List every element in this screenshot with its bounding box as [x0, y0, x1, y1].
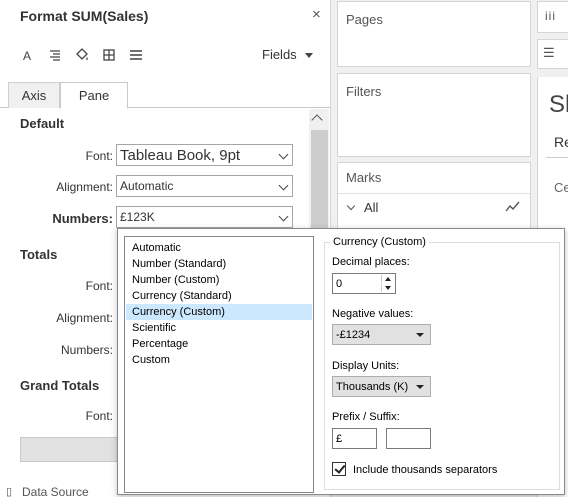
chevron-down-icon	[416, 385, 424, 389]
chevron-down-icon[interactable]	[305, 53, 313, 58]
alignment-label: Alignment:	[56, 180, 113, 194]
totals-numbers-label: Numbers:	[60, 343, 113, 357]
database-icon: ▯	[6, 486, 13, 497]
font-value: Tableau Book, 9pt	[120, 146, 241, 164]
default-heading: Default	[20, 116, 65, 131]
format-option[interactable]: Automatic	[126, 240, 312, 256]
stepper-down-icon[interactable]	[381, 284, 394, 292]
grand-totals-heading: Grand Totals	[20, 378, 100, 393]
format-option[interactable]: Currency (Custom)	[126, 304, 312, 320]
sheet-title: Sh	[549, 91, 568, 118]
marks-type-all[interactable]: All	[364, 200, 378, 215]
units-value: Thousands (K)	[336, 380, 409, 393]
prefix-input[interactable]: £	[332, 428, 377, 449]
alignment-value: Automatic	[120, 179, 174, 193]
tab-axis[interactable]: Axis	[8, 82, 60, 108]
lines-icon[interactable]	[128, 47, 144, 63]
pages-title: Pages	[346, 12, 383, 27]
divider	[338, 193, 530, 194]
automatic-mark-icon[interactable]	[505, 201, 521, 213]
alignment-icon[interactable]	[47, 47, 63, 63]
units-label: Display Units:	[332, 360, 400, 372]
category-cell: Ce	[554, 180, 568, 195]
marks-title: Marks	[346, 170, 382, 185]
grand-totals-font-select[interactable]	[20, 437, 120, 462]
thousands-label: Include thousands separators	[353, 464, 498, 476]
font-icon[interactable]: A	[20, 47, 36, 63]
columns-shelf[interactable]: iii	[537, 1, 568, 33]
fields-dropdown[interactable]: Fields	[262, 47, 297, 62]
format-option[interactable]: Scientific	[126, 320, 312, 336]
group-title: Currency (Custom)	[330, 236, 429, 248]
decimal-places-stepper[interactable]: 0	[332, 273, 396, 294]
font-label: Font:	[85, 149, 113, 163]
status-bar: ▯ Data Source	[0, 485, 120, 497]
filters-title: Filters	[346, 84, 382, 99]
stepper-up-icon[interactable]	[381, 275, 394, 283]
rows-shelf[interactable]: ☰	[537, 39, 568, 69]
format-option[interactable]: Currency (Standard)	[126, 288, 312, 304]
totals-font-label: Font:	[85, 279, 113, 293]
filters-shelf[interactable]: Filters	[337, 73, 531, 157]
pages-shelf[interactable]: Pages	[337, 1, 531, 67]
numbers-label: Numbers:	[52, 211, 113, 226]
region-header: Re	[554, 134, 568, 150]
pane-title: Format SUM(Sales)	[20, 8, 149, 24]
chevron-down-icon[interactable]	[346, 201, 356, 211]
display-units-select[interactable]: Thousands (K)	[332, 376, 431, 397]
divider	[546, 157, 568, 158]
shading-icon[interactable]	[74, 47, 90, 63]
chevron-down-icon	[278, 149, 289, 160]
chevron-down-icon	[416, 333, 424, 337]
tab-pane[interactable]: Pane	[60, 82, 128, 109]
prefix-suffix-label: Prefix / Suffix:	[332, 411, 400, 423]
format-option[interactable]: Number (Standard)	[126, 256, 312, 272]
suffix-input[interactable]	[386, 428, 431, 449]
alignment-select[interactable]: Automatic	[116, 175, 293, 197]
prefix-value: £	[336, 432, 343, 445]
negative-value: -£1234	[336, 328, 371, 341]
borders-icon[interactable]	[101, 47, 117, 63]
number-format-list[interactable]: Automatic Number (Standard) Number (Custom…	[124, 236, 314, 493]
tab-strip: Axis Pane	[0, 82, 331, 109]
totals-heading: Totals	[20, 247, 58, 262]
chevron-down-icon	[278, 180, 289, 191]
decimal-value: 0	[336, 277, 343, 290]
format-option[interactable]: Percentage	[126, 336, 312, 352]
negative-label: Negative values:	[332, 308, 414, 320]
numbers-select[interactable]: £123K	[116, 206, 293, 228]
format-option[interactable]: Number (Custom)	[126, 272, 312, 288]
decimal-label: Decimal places:	[332, 256, 410, 268]
rows-icon: ☰	[543, 45, 555, 60]
numbers-value: £123K	[120, 210, 155, 224]
negative-values-select[interactable]: -£1234	[332, 324, 431, 345]
totals-alignment-label: Alignment:	[56, 311, 113, 325]
chevron-down-icon	[278, 211, 289, 222]
format-option[interactable]: Custom	[126, 352, 312, 368]
data-source-tab[interactable]: Data Source	[22, 485, 89, 497]
thousands-separator-checkbox[interactable]	[332, 462, 346, 476]
close-button[interactable]: ×	[312, 6, 321, 23]
number-format-popup: Automatic Number (Standard) Number (Custom…	[117, 228, 565, 495]
grand-totals-font-label: Font:	[85, 409, 113, 423]
svg-text:A: A	[23, 49, 31, 62]
font-select[interactable]: Tableau Book, 9pt	[116, 144, 293, 166]
format-toolbar: A	[20, 44, 144, 66]
columns-icon: iii	[545, 9, 556, 23]
